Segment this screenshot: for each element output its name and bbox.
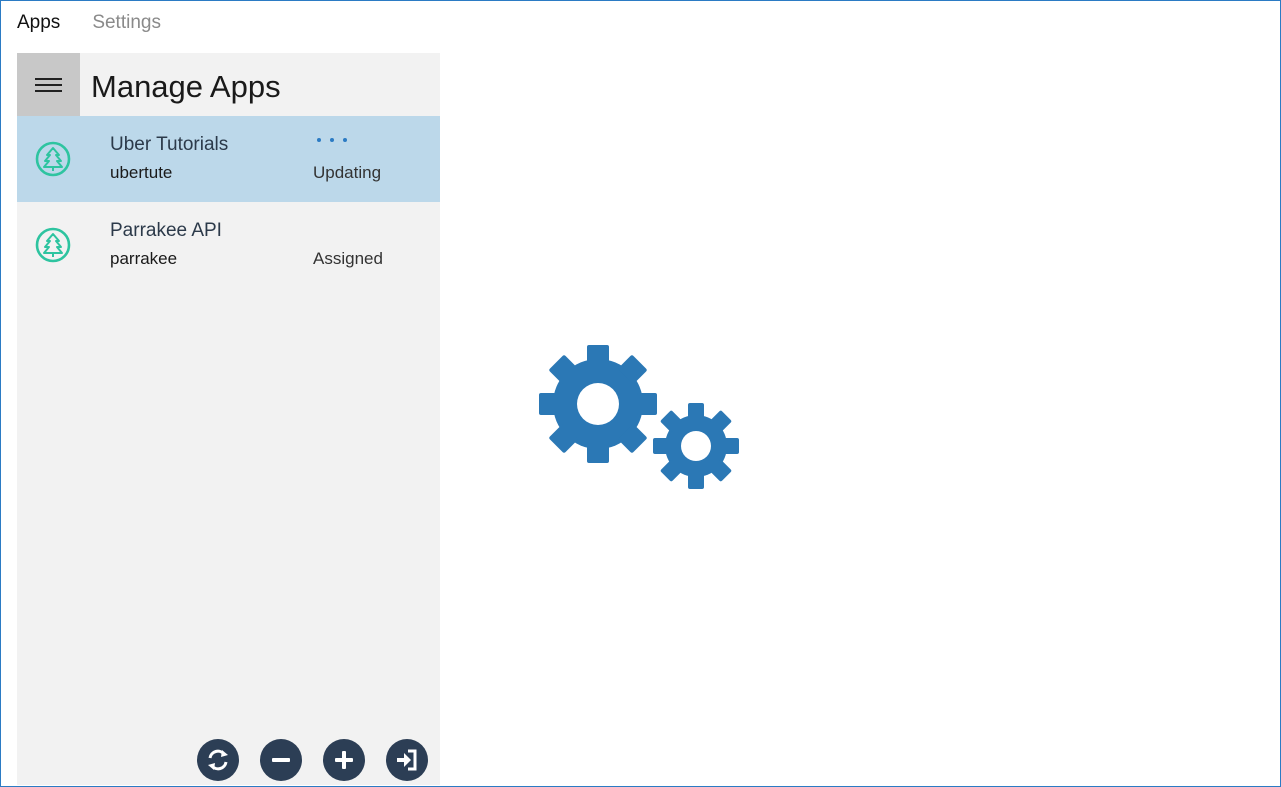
app-name: Parrakee API xyxy=(110,220,222,241)
status-label: Updating xyxy=(313,163,382,182)
refresh-icon xyxy=(208,749,228,771)
list-item[interactable]: Uber Tutorials ubertute Updating xyxy=(17,116,440,202)
refresh-button[interactable] xyxy=(197,739,239,781)
app-name: Uber Tutorials xyxy=(110,134,229,155)
tab-apps[interactable]: Apps xyxy=(17,10,60,36)
sign-in-button[interactable] xyxy=(386,739,428,781)
top-nav: Apps Settings xyxy=(17,10,161,36)
page-title: Manage Apps xyxy=(91,69,281,104)
minus-icon xyxy=(272,758,290,762)
app-slug: parrakee xyxy=(110,249,178,268)
tree-icon xyxy=(35,141,71,177)
progress-dots-icon xyxy=(317,138,347,142)
gears-icon xyxy=(539,345,739,489)
status-label: Assigned xyxy=(313,249,383,268)
list-item[interactable]: Parrakee API parrakee Assigned xyxy=(17,202,440,288)
app-list: Uber Tutorials ubertute Updating Parrake… xyxy=(17,116,440,288)
panel-header: Manage Apps xyxy=(17,53,440,116)
app-slug: ubertute xyxy=(110,163,173,182)
tree-icon xyxy=(35,227,71,263)
sign-in-icon xyxy=(397,749,417,771)
remove-button[interactable] xyxy=(260,739,302,781)
menu-button[interactable] xyxy=(17,53,80,116)
command-bar xyxy=(197,739,428,781)
plus-icon xyxy=(335,751,353,769)
hamburger-icon xyxy=(35,74,62,96)
manage-apps-panel: Manage Apps Uber Tutorials ubertute Upda… xyxy=(17,53,440,785)
tab-settings[interactable]: Settings xyxy=(92,10,161,36)
add-button[interactable] xyxy=(323,739,365,781)
